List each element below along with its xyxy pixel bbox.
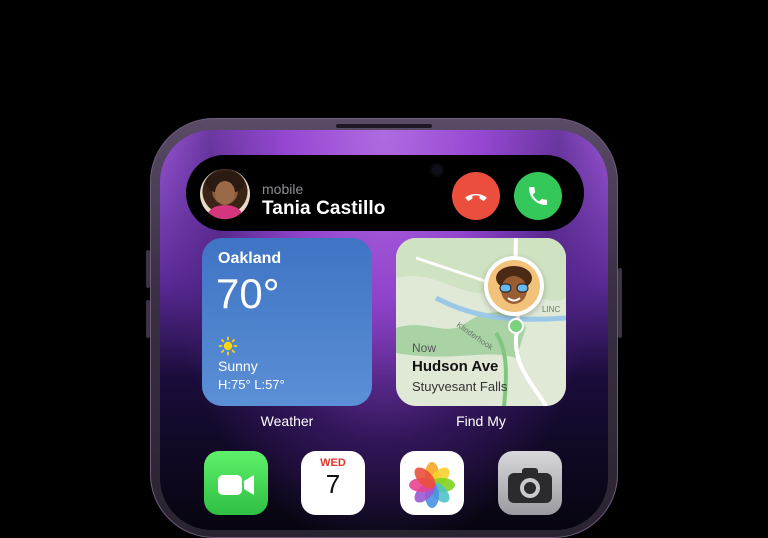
caller-subtitle: mobile: [262, 181, 304, 197]
calendar-date: 7: [325, 469, 341, 499]
calendar-day: WED: [320, 457, 346, 469]
weather-condition: Sunny: [218, 358, 258, 374]
weather-widget-label: Weather: [260, 413, 314, 429]
caller-name: Tania Castillo: [262, 198, 386, 219]
earpiece-speaker: [336, 124, 432, 128]
phone-icon: [529, 187, 547, 205]
weather-high-low: H:75° L:57°: [218, 377, 285, 392]
weather-temperature: 70°: [216, 270, 280, 317]
front-camera-icon: [430, 163, 444, 177]
side-button: [618, 268, 622, 338]
camera-app-icon[interactable]: [498, 451, 562, 515]
weather-city: Oakland: [218, 250, 282, 267]
map-label: LINC: [542, 305, 560, 314]
accept-call-button[interactable]: [514, 172, 562, 220]
person-location-pin[interactable]: [484, 256, 544, 316]
findmy-place: Hudson Ave: [412, 358, 499, 375]
caller-avatar: [200, 169, 250, 219]
side-button: [146, 300, 150, 338]
camera-icon: [508, 468, 552, 503]
photos-icon: [409, 462, 455, 508]
facetime-app-icon[interactable]: [204, 451, 268, 515]
calendar-app-icon[interactable]: WED 7: [301, 451, 365, 515]
findmy-subplace: Stuyvesant Falls: [412, 379, 508, 394]
decline-call-button[interactable]: [452, 172, 500, 220]
findmy-widget-label: Find My: [456, 413, 506, 429]
side-button: [146, 250, 150, 288]
phone-down-icon: [465, 193, 487, 201]
facetime-icon: [218, 475, 254, 495]
findmy-widget[interactable]: Klinderhook LINC Now Hudson Ave Stuyvesa…: [396, 238, 566, 406]
location-dot: [508, 318, 524, 334]
memoji-avatar-icon: [488, 260, 540, 312]
weather-widget[interactable]: Oakland 70° Sunny H:75° L:57°: [202, 238, 372, 406]
findmy-time: Now: [412, 341, 437, 355]
photos-app-icon[interactable]: [400, 451, 464, 515]
